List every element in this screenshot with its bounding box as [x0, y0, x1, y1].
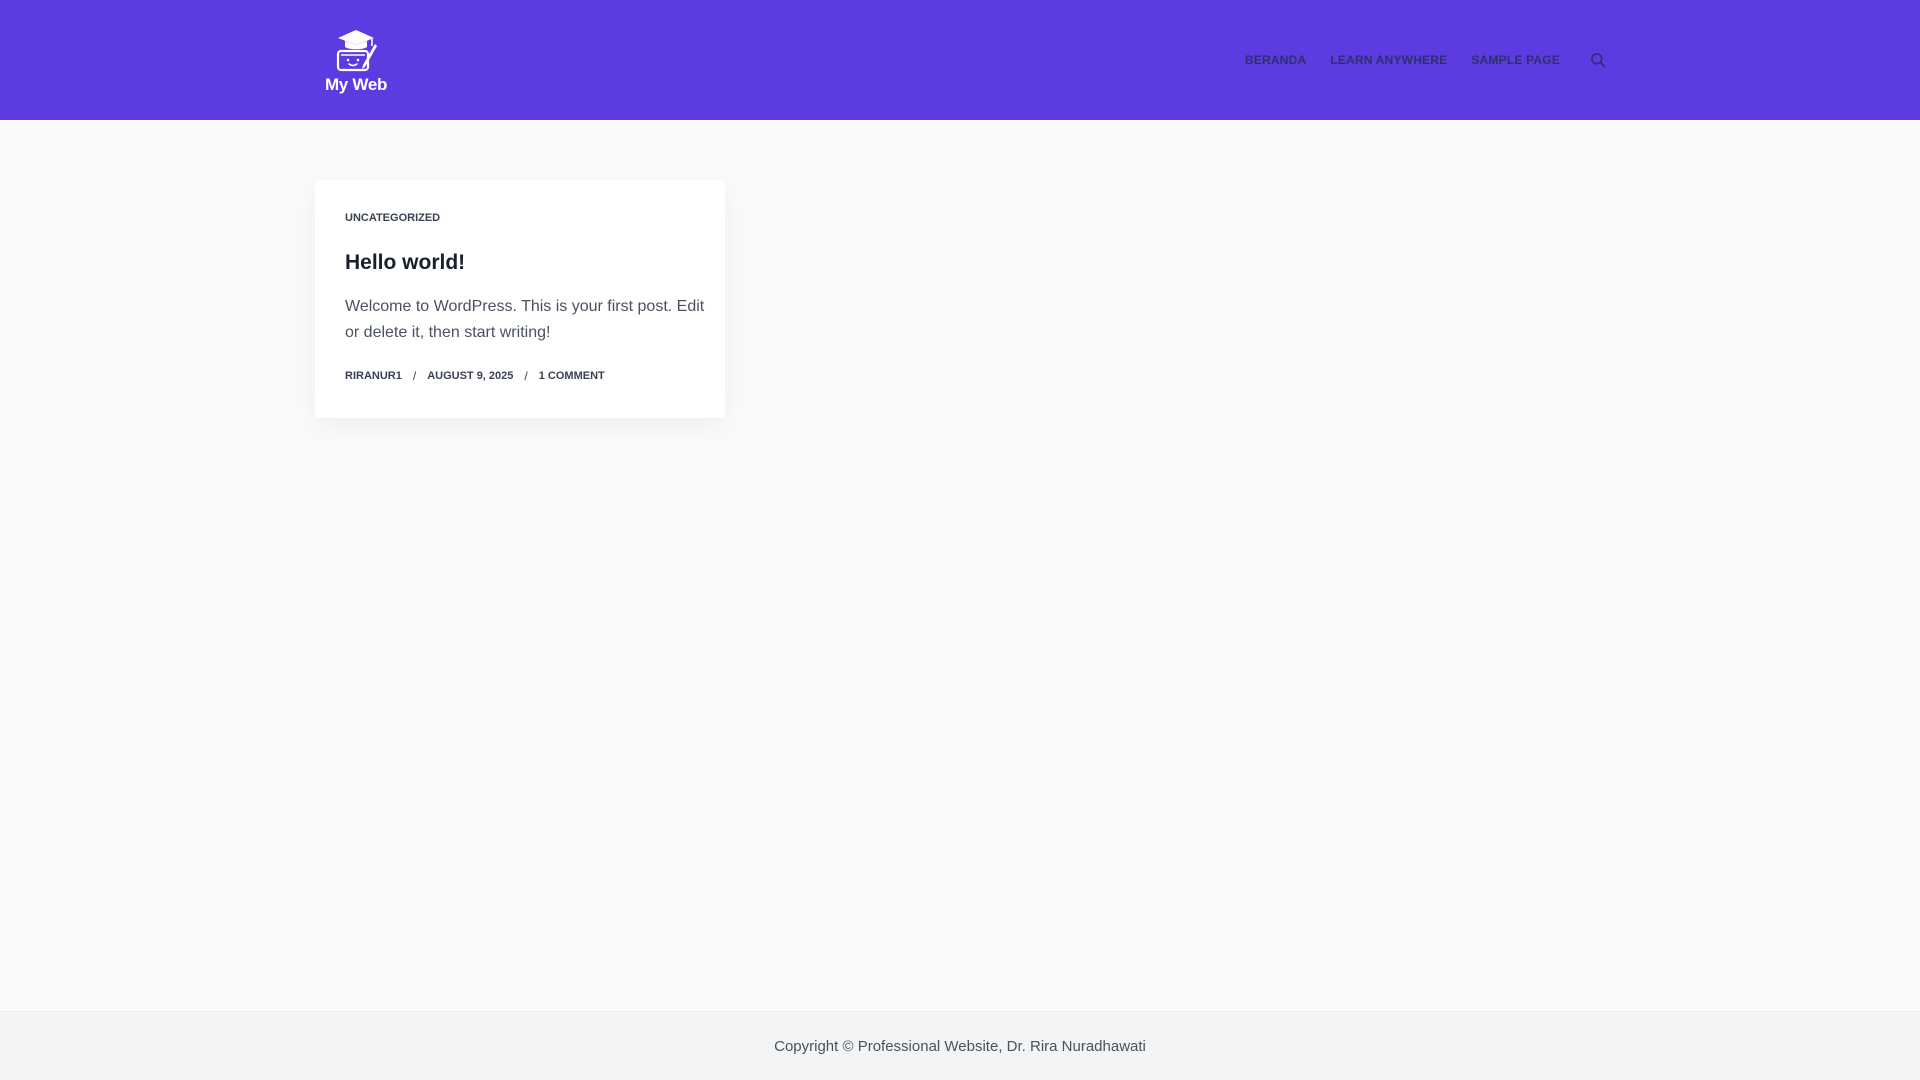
post-excerpt: Welcome to WordPress. This is your first… [345, 298, 705, 341]
nav-item-beranda[interactable]: Beranda [1245, 53, 1306, 67]
copyright-text: Copyright © Professional Website, Dr. Ri… [774, 1037, 1146, 1055]
meta-separator: / [412, 369, 417, 383]
post-title[interactable]: Hello world! [345, 251, 465, 275]
post-card: Uncategorized Hello world! Welcome to Wo… [315, 180, 725, 418]
post-category[interactable]: Uncategorized [345, 212, 440, 224]
meta-separator: / [524, 369, 528, 383]
main-nav: Beranda Learn Anywhere Sample Page [1221, 0, 1606, 120]
nav-item-sample-page[interactable]: Sample Page [1471, 53, 1560, 67]
post-comments[interactable]: 1 Comment [539, 370, 605, 382]
graduation-cap-icon [336, 30, 377, 72]
nav-item-learn-anywhere[interactable]: Learn Anywhere [1330, 53, 1447, 67]
post-date: August 9, 2025 [427, 370, 514, 382]
site-header: My Web Beranda Learn Anywhere Sample Pag… [0, 0, 1920, 120]
post-meta: riranur1 / August 9, 2025 / 1 Comment [345, 369, 605, 383]
site-footer: Copyright © Professional Website, Dr. Ri… [0, 1011, 1920, 1080]
site-logo[interactable]: My Web [320, 26, 392, 96]
logo-text: My Web [324, 75, 388, 94]
search-button[interactable] [1590, 52, 1606, 68]
search-icon [1591, 53, 1606, 68]
post-author[interactable]: riranur1 [345, 370, 402, 382]
